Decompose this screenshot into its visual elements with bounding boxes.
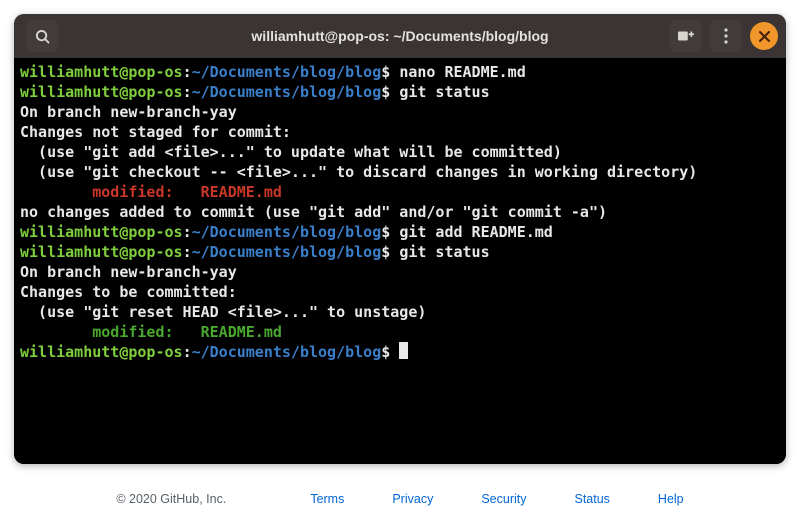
copyright: © 2020 GitHub, Inc.: [116, 492, 226, 506]
terminal-prompt[interactable]: williamhutt@pop-os:~/Documents/blog/blog…: [20, 342, 780, 362]
terminal-line: On branch new-branch-yay: [20, 262, 780, 282]
footer-link-security[interactable]: Security: [481, 492, 526, 506]
footer-link-terms[interactable]: Terms: [310, 492, 344, 506]
terminal-line: On branch new-branch-yay: [20, 102, 780, 122]
new-tab-icon[interactable]: [670, 20, 702, 52]
terminal-window: williamhutt@pop-os:~/Documents/blog/blog…: [14, 14, 786, 464]
terminal-line: williamhutt@pop-os:~/Documents/blog/blog…: [20, 62, 780, 82]
footer-link-privacy[interactable]: Privacy: [392, 492, 433, 506]
terminal-line: (use "git checkout -- <file>..." to disc…: [20, 162, 780, 182]
search-icon[interactable]: [26, 20, 58, 52]
terminal-line: (use "git reset HEAD <file>..." to unsta…: [20, 302, 780, 322]
cursor: [399, 342, 408, 359]
titlebar: [14, 14, 786, 58]
terminal-line: modified: README.md: [20, 182, 780, 202]
footer-link-help[interactable]: Help: [658, 492, 684, 506]
terminal-line: (use "git add <file>..." to update what …: [20, 142, 780, 162]
terminal-line: Changes to be committed:: [20, 282, 780, 302]
terminal-line: williamhutt@pop-os:~/Documents/blog/blog…: [20, 222, 780, 242]
terminal-line: no changes added to commit (use "git add…: [20, 202, 780, 222]
terminal-output[interactable]: williamhutt@pop-os:~/Documents/blog/blog…: [14, 58, 786, 464]
close-icon[interactable]: [750, 22, 778, 50]
kebab-menu-icon[interactable]: [710, 20, 742, 52]
terminal-line: williamhutt@pop-os:~/Documents/blog/blog…: [20, 242, 780, 262]
page-footer: © 2020 GitHub, Inc. Terms Privacy Securi…: [0, 478, 800, 506]
terminal-line: modified: README.md: [20, 322, 780, 342]
terminal-line: Changes not staged for commit:: [20, 122, 780, 142]
footer-link-status[interactable]: Status: [574, 492, 609, 506]
terminal-line: williamhutt@pop-os:~/Documents/blog/blog…: [20, 82, 780, 102]
